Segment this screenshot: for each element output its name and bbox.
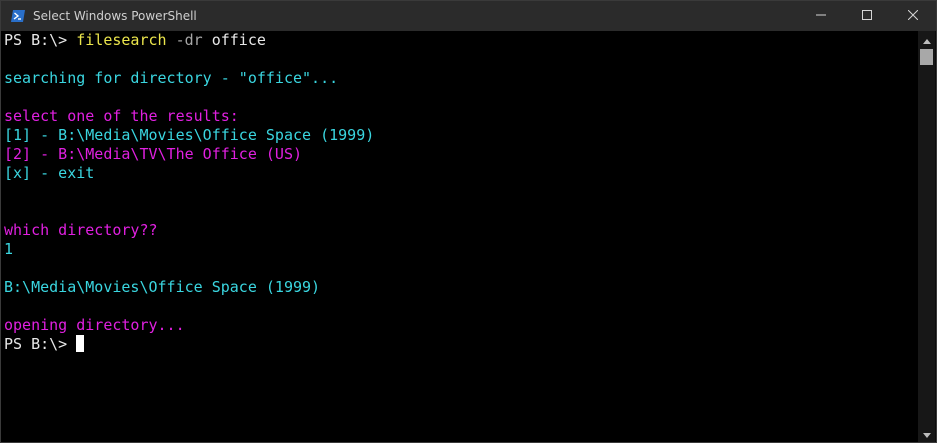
- console-output[interactable]: PS B:\> filesearch -dr office searching …: [1, 31, 919, 442]
- powershell-window: Select Windows PowerShell PS B:\> filese…: [0, 0, 937, 443]
- vertical-scrollbar[interactable]: [918, 31, 935, 442]
- final-prompt-line[interactable]: PS B:\>: [4, 335, 85, 354]
- final-prompt: PS B:\>: [4, 335, 77, 353]
- result-exit: [x] - exit: [4, 164, 95, 182]
- result-2: [2] - B:\Media\TV\The Office (US): [4, 145, 303, 163]
- command-line: PS B:\> filesearch -dr office: [4, 31, 266, 50]
- question-prompt: which directory??: [4, 221, 158, 239]
- command-flag: -dr: [166, 31, 203, 49]
- text-cursor: [76, 335, 85, 352]
- result-1: [1] - B:\Media\Movies\Office Space (1999…: [4, 126, 375, 144]
- scroll-down-button[interactable]: [918, 425, 935, 442]
- command-argument: office: [202, 31, 266, 49]
- command-name: filesearch: [76, 31, 167, 49]
- scroll-thumb[interactable]: [920, 49, 933, 65]
- select-header: select one of the results:: [4, 107, 239, 125]
- arrow-up-icon: [922, 31, 931, 49]
- title-bar[interactable]: Select Windows PowerShell: [1, 1, 936, 31]
- prompt: PS B:\>: [4, 31, 77, 49]
- close-button[interactable]: [890, 1, 936, 31]
- maximize-icon: [862, 7, 872, 25]
- scroll-up-button[interactable]: [918, 31, 935, 48]
- close-icon: [907, 7, 919, 25]
- minimize-button[interactable]: [798, 1, 844, 31]
- searching-message: searching for directory - "office"...: [4, 69, 339, 87]
- window-controls: [798, 1, 936, 31]
- chosen-path: B:\Media\Movies\Office Space (1999): [4, 278, 321, 296]
- opening-message: opening directory...: [4, 316, 185, 334]
- arrow-down-icon: [922, 425, 931, 443]
- user-answer: 1: [4, 240, 14, 258]
- maximize-button[interactable]: [844, 1, 890, 31]
- powershell-icon[interactable]: [10, 8, 26, 24]
- minimize-icon: [816, 7, 826, 25]
- window-title: Select Windows PowerShell: [33, 9, 197, 23]
